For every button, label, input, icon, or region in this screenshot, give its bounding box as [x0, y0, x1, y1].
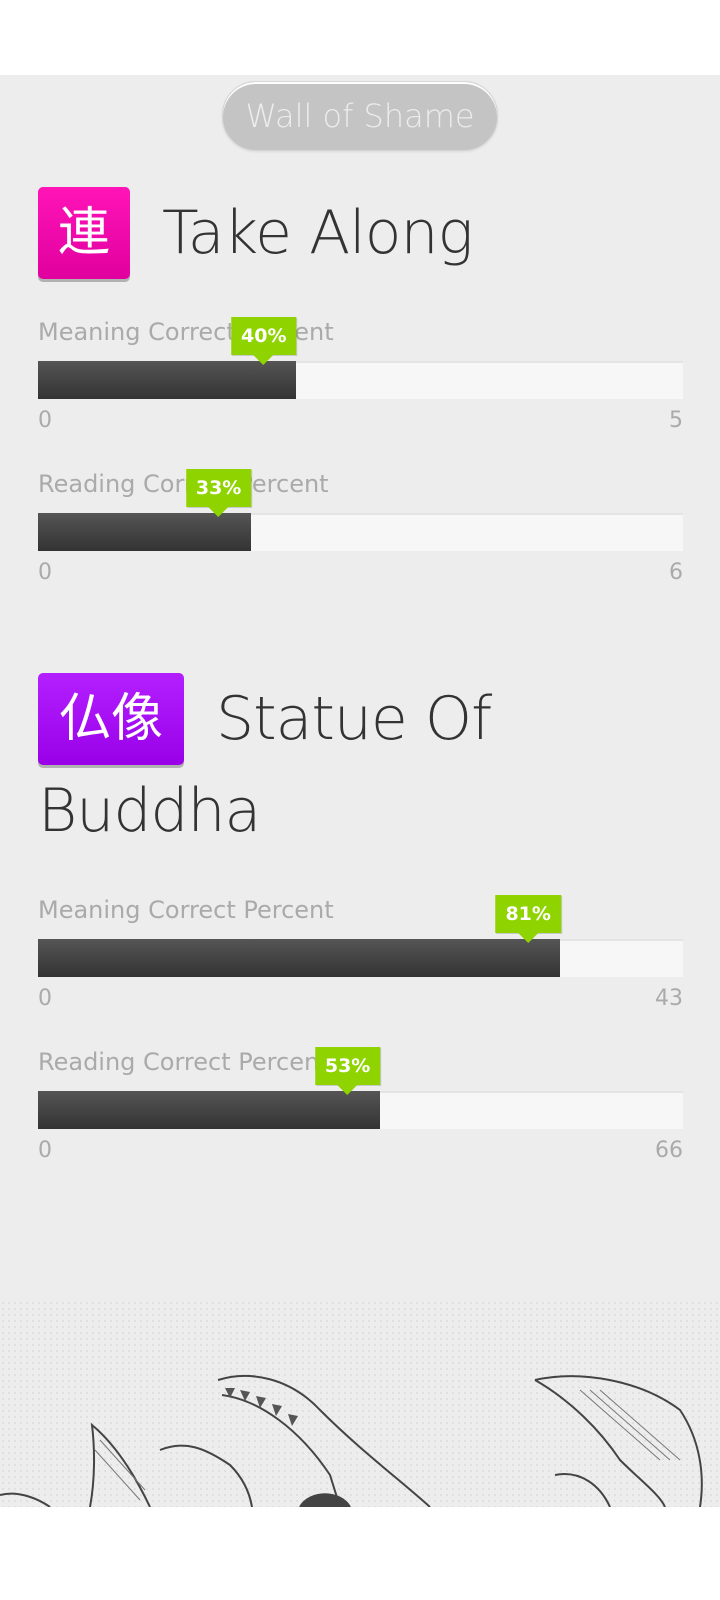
scale-min: 0: [38, 986, 52, 1011]
scale-max: 66: [655, 1138, 683, 1163]
percent-tooltip: 33%: [185, 469, 252, 517]
reading-stat: Reading Correct Percent 53% 0 66: [38, 1047, 683, 1199]
scale-min: 0: [38, 1138, 52, 1163]
item-title-row: 仏像 Statue Of Buddha: [38, 673, 683, 857]
progress-track: 81%: [38, 895, 683, 977]
percent-tooltip: 40%: [231, 317, 297, 365]
stat-label: Reading Correct Percent: [38, 470, 329, 498]
reading-stat: Reading Correct Percent 33% 0 6: [38, 469, 683, 621]
percent-tooltip: 81%: [495, 895, 561, 943]
scale-min: 0: [38, 408, 52, 433]
crocodile-drawing: [0, 1374, 703, 1507]
progress-fill: [38, 939, 561, 977]
item-take-along: 連 Take Along Meaning Correct Percent 40%…: [38, 187, 683, 621]
progress-track: 33%: [38, 469, 683, 551]
progress-fill: [38, 361, 296, 399]
progress-track: 40%: [38, 317, 683, 399]
progress-fill: [38, 1091, 380, 1129]
scale-min: 0: [38, 560, 52, 585]
percent-tooltip: 53%: [314, 1047, 381, 1095]
meaning-stat: Meaning Correct Percent 40% 0 5: [38, 317, 683, 469]
crocodile-illustration: [0, 1300, 720, 1507]
item-statue-of-buddha: 仏像 Statue Of Buddha Meaning Correct Perc…: [38, 673, 683, 1199]
stat-label: Meaning Correct Percent: [38, 896, 334, 924]
item-title-row: 連 Take Along: [38, 187, 683, 279]
stat-label: Reading Correct Percent: [38, 1048, 329, 1076]
meaning-stat: Meaning Correct Percent 81% 0 43: [38, 895, 683, 1047]
scale-max: 6: [669, 560, 683, 585]
scale-max: 43: [655, 986, 683, 1011]
review-content: Wall of Shame 連 Take Along Meaning Corre…: [0, 75, 720, 1507]
progress-fill: [38, 513, 251, 551]
wall-of-shame-button[interactable]: Wall of Shame: [222, 81, 498, 151]
kanji-badge[interactable]: 仏像: [38, 673, 184, 765]
kanji-badge[interactable]: 連: [38, 187, 130, 279]
scale-max: 5: [669, 408, 683, 433]
item-meaning: Take Along: [162, 198, 474, 268]
progress-track: 53%: [38, 1047, 683, 1129]
